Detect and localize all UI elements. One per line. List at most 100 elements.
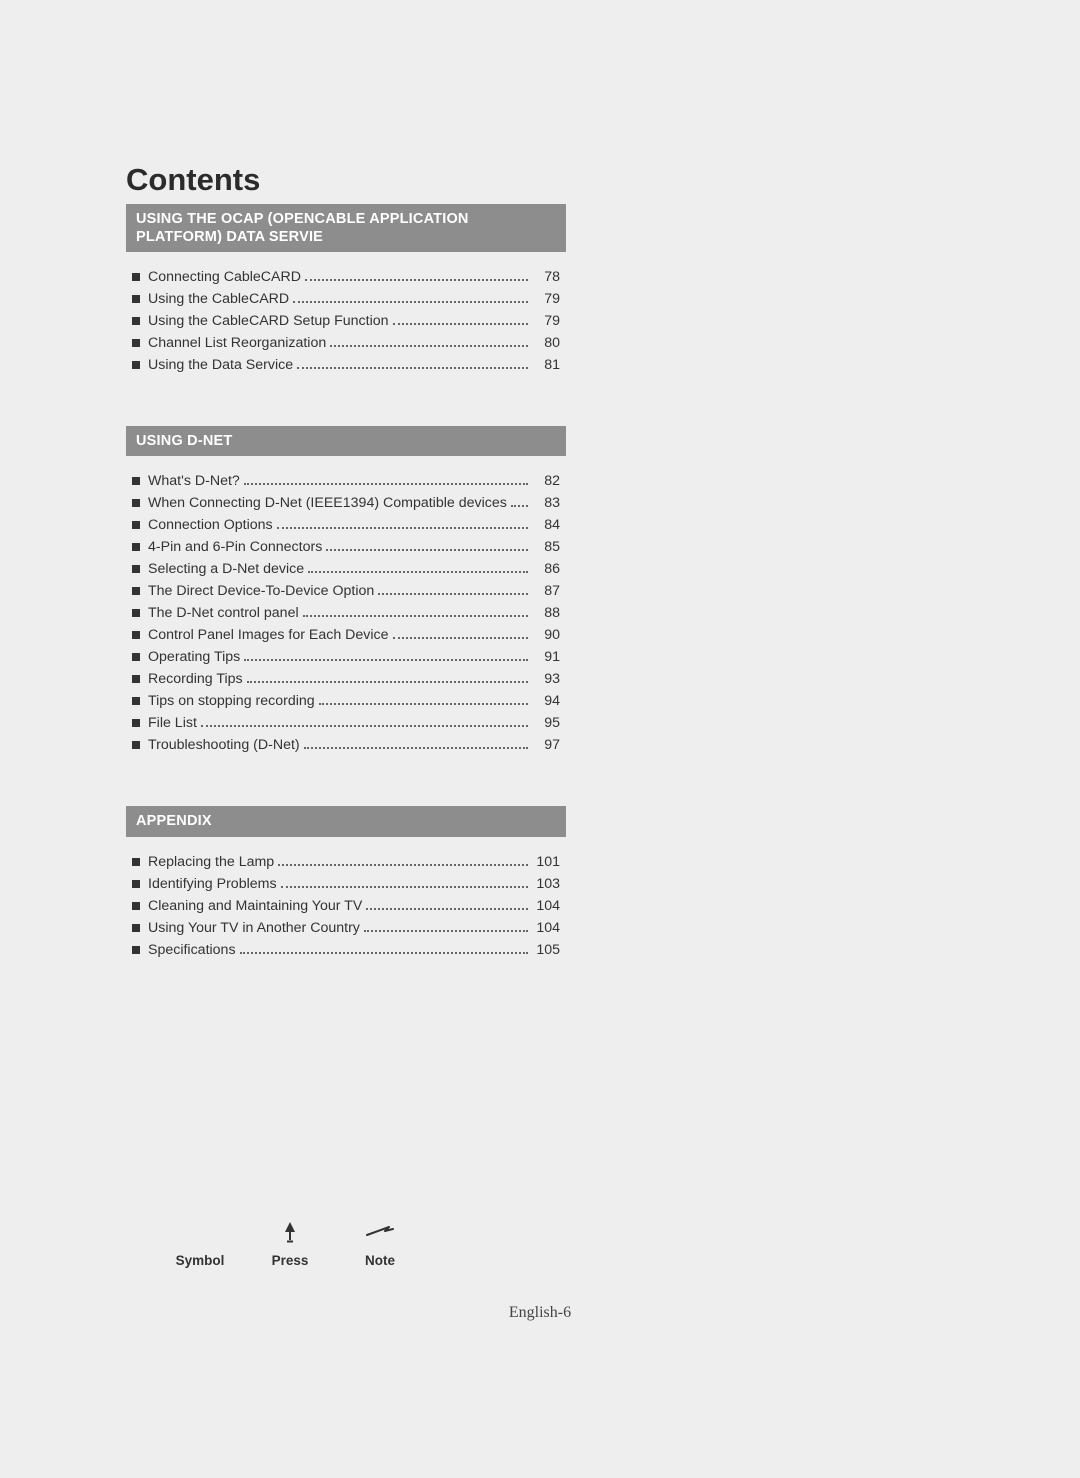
toc-page: 85 — [532, 536, 560, 558]
bullet-icon — [132, 653, 140, 661]
toc-page: 86 — [532, 558, 560, 580]
toc-label: The Direct Device-To-Device Option — [148, 580, 374, 602]
toc-row: Using the Data Service 81 — [132, 354, 560, 376]
page-number: English-6 — [509, 1304, 571, 1322]
content-column: Contents USING THE OCAP (OPENCABLE APPLI… — [126, 162, 566, 971]
legend-symbol: Symbol — [160, 1219, 240, 1268]
toc-label: Using the CableCARD — [148, 288, 289, 310]
toc-row: Channel List Reorganization80 — [132, 332, 560, 354]
legend-label: Symbol — [160, 1253, 240, 1268]
toc-page: 84 — [532, 514, 560, 536]
toc-label: Cleaning and Maintaining Your TV — [148, 895, 362, 917]
document-page: Contents USING THE OCAP (OPENCABLE APPLI… — [0, 0, 1080, 1478]
toc-label: Using the Data Service — [148, 354, 293, 376]
toc-page: 93 — [532, 668, 560, 690]
toc-row: File List95 — [132, 712, 560, 734]
toc-page: 94 — [532, 690, 560, 712]
bullet-icon — [132, 609, 140, 617]
leader-dots — [278, 864, 528, 866]
bullet-icon — [132, 361, 140, 369]
bullet-icon — [132, 946, 140, 954]
toc-list: Replacing the Lamp 101 Identifying Proble… — [126, 837, 566, 971]
toc-row: Using the CableCARD Setup Function79 — [132, 310, 560, 332]
section-heading: APPENDIX — [126, 806, 566, 836]
leader-dots — [297, 367, 528, 369]
bullet-icon — [132, 741, 140, 749]
leader-dots — [240, 952, 528, 954]
toc-label: What's D-Net? — [148, 470, 240, 492]
toc-page: 87 — [532, 580, 560, 602]
toc-row: Replacing the Lamp 101 — [132, 851, 560, 873]
toc-list: What's D-Net? 82 When Connecting D-Net (I… — [126, 456, 566, 766]
toc-label: When Connecting D-Net (IEEE1394) Compati… — [148, 492, 507, 514]
toc-page: 82 — [532, 470, 560, 492]
leader-dots — [511, 505, 528, 507]
leader-dots — [303, 615, 528, 617]
legend-label: Note — [340, 1253, 420, 1268]
bullet-icon — [132, 858, 140, 866]
leader-dots — [393, 323, 528, 325]
toc-row: Using the CableCARD79 — [132, 288, 560, 310]
toc-label: Identifying Problems — [148, 873, 277, 895]
toc-label: Control Panel Images for Each Device — [148, 624, 389, 646]
bullet-icon — [132, 339, 140, 347]
leader-dots — [366, 908, 528, 910]
toc-row: Control Panel Images for Each Device 90 — [132, 624, 560, 646]
toc-page: 103 — [532, 873, 560, 895]
toc-row: The D-Net control panel88 — [132, 602, 560, 624]
toc-row: The Direct Device-To-Device Option 87 — [132, 580, 560, 602]
leader-dots — [326, 549, 528, 551]
leader-dots — [247, 681, 528, 683]
toc-label: Troubleshooting (D-Net) — [148, 734, 300, 756]
toc-page: 104 — [532, 917, 560, 939]
leader-dots — [244, 483, 528, 485]
bullet-icon — [132, 317, 140, 325]
leader-dots — [319, 703, 528, 705]
press-icon — [250, 1219, 330, 1245]
toc-row: Specifications 105 — [132, 939, 560, 961]
bullet-icon — [132, 565, 140, 573]
toc-row: Connection Options84 — [132, 514, 560, 536]
toc-label: 4-Pin and 6-Pin Connectors — [148, 536, 322, 558]
toc-row: Identifying Problems 103 — [132, 873, 560, 895]
toc-row: When Connecting D-Net (IEEE1394) Compati… — [132, 492, 560, 514]
leader-dots — [293, 301, 528, 303]
toc-label: Using the CableCARD Setup Function — [148, 310, 389, 332]
toc-page: 80 — [532, 332, 560, 354]
symbol-legend: Symbol Press Note — [160, 1219, 420, 1268]
toc-label: Operating Tips — [148, 646, 240, 668]
bullet-icon — [132, 880, 140, 888]
leader-dots — [364, 930, 528, 932]
toc-row: Recording Tips93 — [132, 668, 560, 690]
toc-page: 97 — [532, 734, 560, 756]
toc-page: 90 — [532, 624, 560, 646]
legend-label: Press — [250, 1253, 330, 1268]
toc-row: Using Your TV in Another Country 104 — [132, 917, 560, 939]
bullet-icon — [132, 719, 140, 727]
bullet-icon — [132, 543, 140, 551]
legend-press: Press — [250, 1219, 330, 1268]
toc-list: Connecting CableCARD78 Using the CableCA… — [126, 252, 566, 386]
toc-label: Replacing the Lamp — [148, 851, 274, 873]
toc-label: Specifications — [148, 939, 236, 961]
note-icon — [340, 1219, 420, 1245]
toc-page: 105 — [532, 939, 560, 961]
toc-label: Using Your TV in Another Country — [148, 917, 360, 939]
toc-row: Selecting a D-Net device 86 — [132, 558, 560, 580]
leader-dots — [304, 747, 528, 749]
bullet-icon — [132, 587, 140, 595]
toc-page: 81 — [532, 354, 560, 376]
bullet-icon — [132, 499, 140, 507]
toc-page: 83 — [532, 492, 560, 514]
toc-label: Selecting a D-Net device — [148, 558, 304, 580]
legend-note: Note — [340, 1219, 420, 1268]
leader-dots — [305, 279, 528, 281]
toc-label: File List — [148, 712, 197, 734]
leader-dots — [201, 725, 528, 727]
bullet-icon — [132, 675, 140, 683]
section-heading: USING D-NET — [126, 426, 566, 456]
toc-page: 101 — [532, 851, 560, 873]
bullet-icon — [132, 521, 140, 529]
toc-page: 104 — [532, 895, 560, 917]
toc-row: 4-Pin and 6-Pin Connectors 85 — [132, 536, 560, 558]
